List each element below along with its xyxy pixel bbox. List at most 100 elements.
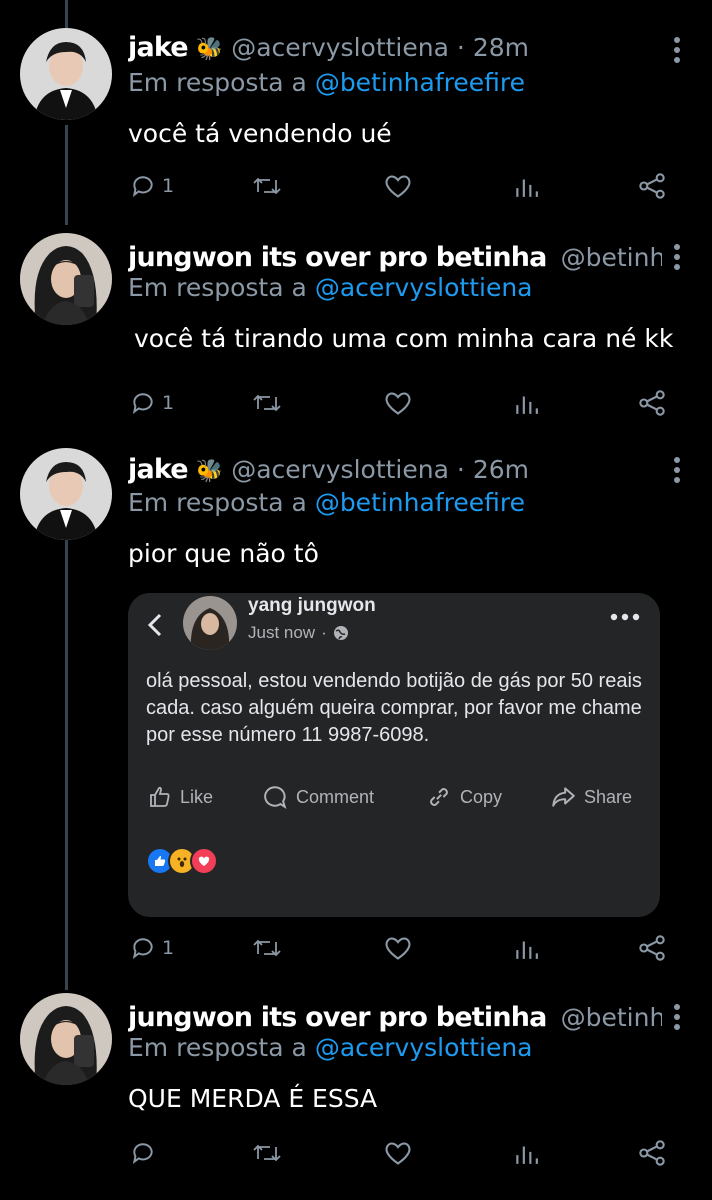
- comment-icon: [264, 786, 287, 809]
- views-button[interactable]: [513, 1135, 539, 1171]
- avatar[interactable]: [20, 233, 112, 325]
- like-action: Like: [148, 780, 213, 814]
- avatar[interactable]: [20, 448, 112, 540]
- views-button[interactable]: [513, 168, 539, 204]
- heart-icon: [385, 175, 411, 198]
- reply-icon: [132, 938, 153, 959]
- globe-icon: [333, 626, 348, 640]
- copy-action: Copy: [426, 780, 502, 814]
- post-body: olá pessoal, estou vendendo botijão de g…: [146, 670, 642, 746]
- share-icon: [639, 1140, 665, 1166]
- views-button[interactable]: [513, 930, 539, 966]
- reply-button[interactable]: [130, 1135, 162, 1171]
- share-button[interactable]: [638, 168, 666, 204]
- share-action: Share: [550, 780, 632, 814]
- embedded-post-image[interactable]: yang jungwon Just now · olá pessoal, est…: [128, 593, 660, 917]
- like-button[interactable]: [384, 385, 412, 421]
- reply-count: 1: [162, 937, 175, 959]
- avatar[interactable]: [20, 28, 112, 120]
- reply-mention-link[interactable]: @acervyslottiena: [315, 1033, 533, 1062]
- retweet-button[interactable]: [252, 385, 282, 421]
- analytics-icon: [516, 1146, 538, 1164]
- tweet[interactable]: jungwon its over pro betinha @betinha...…: [0, 225, 712, 440]
- retweet-button[interactable]: [252, 930, 282, 966]
- reply-mention-link[interactable]: @betinhafreefire: [315, 488, 525, 517]
- reply-icon: [132, 176, 153, 197]
- bee-icon: 🐝: [195, 459, 224, 484]
- timestamp[interactable]: · 26m: [457, 452, 529, 488]
- reply-mention-link[interactable]: @acervyslottiena: [315, 273, 533, 302]
- share-arrow-icon: [552, 787, 575, 807]
- author-handle[interactable]: @acervyslottiena: [231, 452, 449, 488]
- reply-prefix: Em resposta a: [128, 1033, 307, 1062]
- tweet-header: jake 🐝 @acervyslottiena · 26m: [128, 452, 662, 488]
- tweet[interactable]: jake 🐝 @acervyslottiena · 28m Em respost…: [0, 0, 712, 225]
- share-icon: [639, 390, 665, 416]
- separator-dot: ·: [321, 623, 327, 642]
- more-options-icon[interactable]: [672, 456, 682, 484]
- retweet-button[interactable]: [252, 1135, 282, 1171]
- retweet-icon: [253, 939, 281, 957]
- share-action-label: Share: [584, 786, 633, 807]
- reply-icon: [132, 393, 153, 414]
- tweet-actions: 1: [0, 168, 712, 204]
- more-options-icon[interactable]: [672, 243, 682, 271]
- copy-action-label: Copy: [460, 786, 503, 807]
- post-author-name: yang jungwon: [248, 595, 376, 616]
- reply-count: 1: [162, 175, 175, 197]
- like-button[interactable]: [384, 930, 412, 966]
- author-handle[interactable]: @betinha...: [561, 1000, 662, 1036]
- retweet-icon: [253, 394, 281, 412]
- comment-action: Comment: [262, 780, 374, 814]
- reply-prefix: Em resposta a: [128, 488, 307, 517]
- thumbs-up-icon: [150, 786, 170, 807]
- like-button[interactable]: [384, 168, 412, 204]
- analytics-icon: [516, 396, 538, 414]
- bee-icon: 🐝: [195, 37, 224, 62]
- tweet-actions: [0, 1135, 712, 1171]
- retweet-button[interactable]: [252, 168, 282, 204]
- avatar[interactable]: [20, 993, 112, 1085]
- tweet-text: pior que não tô: [128, 539, 319, 568]
- reply-context: Em resposta a @acervyslottiena: [128, 1031, 533, 1065]
- reply-prefix: Em resposta a: [128, 273, 307, 302]
- reply-button[interactable]: 1: [130, 168, 174, 204]
- timestamp[interactable]: · 28m: [457, 30, 529, 66]
- author-name[interactable]: jake: [128, 452, 189, 488]
- reply-context: Em resposta a @acervyslottiena: [128, 271, 533, 305]
- analytics-icon: [516, 941, 538, 959]
- share-button[interactable]: [638, 385, 666, 421]
- more-options-icon[interactable]: [672, 1003, 682, 1031]
- more-options-icon[interactable]: [672, 36, 682, 64]
- share-icon: [639, 173, 665, 199]
- reply-button[interactable]: 1: [130, 385, 174, 421]
- reaction-summary: [146, 847, 218, 875]
- tweet-text: você tá tirando uma com minha cara né kk: [134, 324, 674, 353]
- reply-context: Em resposta a @betinhafreefire: [128, 66, 525, 100]
- author-name[interactable]: jake: [128, 30, 189, 66]
- tweet[interactable]: jungwon its over pro betinha @betinha...…: [0, 985, 712, 1200]
- tweet-header: jake 🐝 @acervyslottiena · 28m: [128, 30, 662, 66]
- reply-prefix: Em resposta a: [128, 68, 307, 97]
- reply-count: 1: [162, 392, 175, 414]
- author-handle[interactable]: @betinha...: [561, 240, 662, 276]
- reply-button[interactable]: 1: [130, 930, 174, 966]
- author-handle[interactable]: @acervyslottiena: [231, 30, 449, 66]
- love-reaction-icon: [190, 847, 218, 875]
- share-icon: [639, 935, 665, 961]
- share-button[interactable]: [638, 1135, 666, 1171]
- tweet-text: QUE MERDA É ESSA: [128, 1084, 378, 1113]
- like-action-label: Like: [180, 786, 214, 807]
- tweet-actions: 1: [0, 385, 712, 421]
- post-author-avatar: [183, 596, 237, 650]
- post-timestamp: Just now ·: [248, 621, 349, 645]
- views-button[interactable]: [513, 385, 539, 421]
- reply-mention-link[interactable]: @betinhafreefire: [315, 68, 525, 97]
- back-arrow-icon: [147, 613, 162, 637]
- more-options-icon: [610, 613, 640, 621]
- tweet-actions: 1: [0, 930, 712, 966]
- like-button[interactable]: [384, 1135, 412, 1171]
- heart-icon: [385, 937, 411, 960]
- share-button[interactable]: [638, 930, 666, 966]
- heart-icon: [385, 1142, 411, 1165]
